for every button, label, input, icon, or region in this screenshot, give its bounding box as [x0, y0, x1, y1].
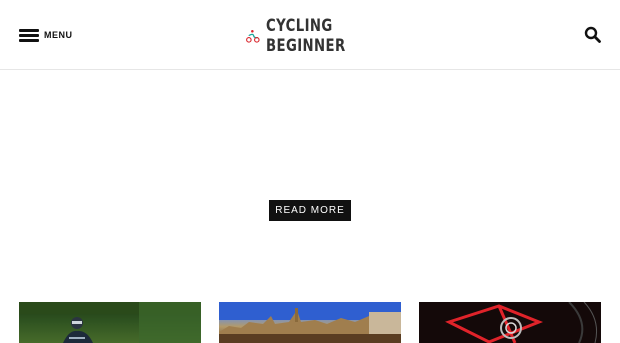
logo-line-2: BEGINNER — [265, 36, 346, 56]
menu-label[interactable]: MENU — [44, 30, 73, 40]
red-bike-frame-photo — [419, 302, 601, 343]
menu-button[interactable]: MENU — [19, 26, 73, 44]
cyclist-riding-photo — [19, 302, 201, 343]
article-card-3[interactable] — [419, 302, 601, 343]
logo-text: CYCLING BEGINNER — [266, 16, 346, 56]
search-button[interactable] — [584, 26, 602, 44]
article-card-1[interactable] — [19, 302, 201, 343]
site-logo[interactable]: CYCLING BEGINNER — [246, 13, 368, 59]
search-icon[interactable] — [584, 26, 602, 44]
cyclist-logo-icon — [246, 29, 260, 43]
city-skyline-photo — [219, 302, 401, 343]
article-card-2[interactable] — [219, 302, 401, 343]
site-header: MENU CYCLING BEGINNER — [0, 0, 620, 70]
logo-line-1: CYCLING — [265, 16, 333, 36]
read-more-button[interactable]: READ MORE — [269, 200, 351, 221]
hamburger-icon[interactable] — [19, 28, 39, 42]
